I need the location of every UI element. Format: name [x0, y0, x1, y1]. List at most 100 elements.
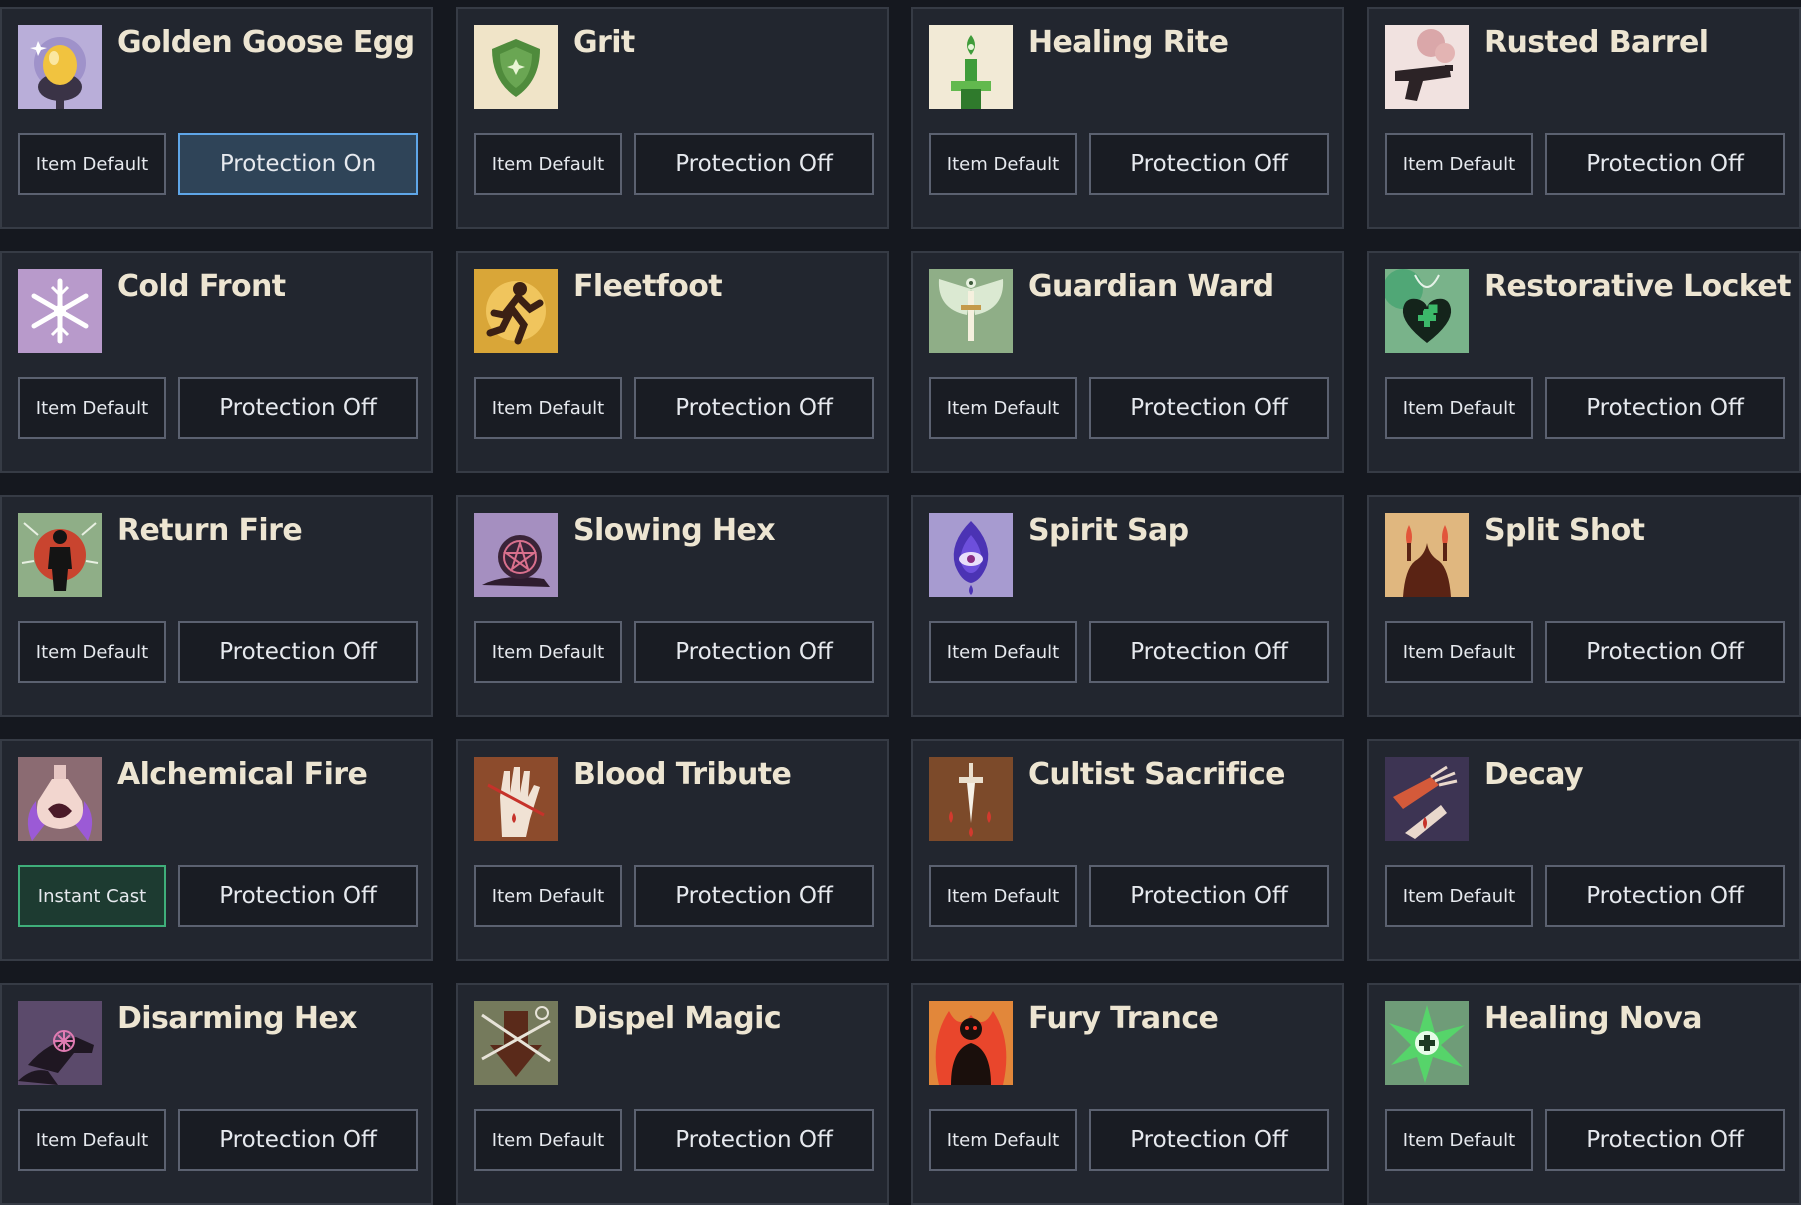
heart-locket-icon: [1385, 269, 1469, 353]
cast-mode-button[interactable]: Item Default: [929, 1109, 1077, 1171]
cast-mode-button[interactable]: Item Default: [1385, 865, 1533, 927]
item-card: Fury Trance Item Default Protection Off: [911, 983, 1344, 1205]
item-card: Dispel Magic Item Default Protection Off: [456, 983, 889, 1205]
bleeding-hand-icon: [474, 757, 558, 841]
protection-toggle-button[interactable]: Protection Off: [1545, 133, 1785, 195]
item-title: Split Shot: [1484, 513, 1645, 548]
cast-mode-button[interactable]: Item Default: [1385, 1109, 1533, 1171]
item-title: Healing Rite: [1028, 25, 1229, 60]
dagger-blood-icon: [929, 757, 1013, 841]
cast-mode-button[interactable]: Item Default: [18, 1109, 166, 1171]
cast-mode-button[interactable]: Item Default: [929, 133, 1077, 195]
item-card: Fleetfoot Item Default Protection Off: [456, 251, 889, 473]
protection-toggle-button[interactable]: Protection Off: [1545, 621, 1785, 683]
pentagram-snail-icon: [474, 513, 558, 597]
cast-mode-button[interactable]: Item Default: [474, 377, 622, 439]
item-settings-grid: Golden Goose Egg Item Default Protection O…: [0, 0, 1801, 1205]
protection-toggle-button[interactable]: Protection Off: [1545, 865, 1785, 927]
protection-toggle-button[interactable]: Protection Off: [1089, 1109, 1329, 1171]
protection-toggle-button[interactable]: Protection Off: [634, 1109, 874, 1171]
item-card: Disarming Hex Item Default Protection Off: [0, 983, 433, 1205]
cast-mode-button[interactable]: Item Default: [18, 377, 166, 439]
cast-mode-button[interactable]: Item Default: [474, 133, 622, 195]
cast-mode-button[interactable]: Item Default: [929, 865, 1077, 927]
golden-egg-nest-icon: [18, 25, 102, 109]
cast-mode-button[interactable]: Item Default: [18, 621, 166, 683]
protection-toggle-button[interactable]: Protection Off: [634, 621, 874, 683]
item-title: Blood Tribute: [573, 757, 792, 792]
protection-toggle-button[interactable]: Protection Off: [178, 865, 418, 927]
protection-toggle-button[interactable]: Protection Off: [1089, 133, 1329, 195]
item-card: Slowing Hex Item Default Protection Off: [456, 495, 889, 717]
item-title: Rusted Barrel: [1484, 25, 1709, 60]
item-card: Cultist Sacrifice Item Default Protection …: [911, 739, 1344, 961]
healing-burst-icon: [1385, 1001, 1469, 1085]
cast-mode-button[interactable]: Item Default: [18, 133, 166, 195]
item-title: Grit: [573, 25, 635, 60]
item-title: Cultist Sacrifice: [1028, 757, 1286, 792]
green-candle-icon: [929, 25, 1013, 109]
item-card: Cold Front Item Default Protection Off: [0, 251, 433, 473]
item-card: Guardian Ward Item Default Protection Off: [911, 251, 1344, 473]
dispel-arrow-icon: [474, 1001, 558, 1085]
hex-hand-icon: [18, 1001, 102, 1085]
item-card: Alchemical Fire Instant Cast Protection Of…: [0, 739, 433, 961]
protection-toggle-button[interactable]: Protection Off: [178, 1109, 418, 1171]
item-title: Spirit Sap: [1028, 513, 1189, 548]
cast-mode-button[interactable]: Item Default: [929, 377, 1077, 439]
shield-icon: [474, 25, 558, 109]
protection-toggle-button[interactable]: Protection Off: [178, 621, 418, 683]
cast-mode-button[interactable]: Instant Cast: [18, 865, 166, 927]
cast-mode-button[interactable]: Item Default: [474, 621, 622, 683]
item-title: Slowing Hex: [573, 513, 776, 548]
decaying-hands-icon: [1385, 757, 1469, 841]
item-card: Grit Item Default Protection Off: [456, 7, 889, 229]
item-title: Alchemical Fire: [117, 757, 368, 792]
protection-toggle-button[interactable]: Protection On: [178, 133, 418, 195]
item-title: Disarming Hex: [117, 1001, 358, 1036]
snowflake-icon: [18, 269, 102, 353]
fire-flask-icon: [18, 757, 102, 841]
cast-mode-button[interactable]: Item Default: [1385, 377, 1533, 439]
item-title: Fury Trance: [1028, 1001, 1219, 1036]
item-card: Restorative Locket Item Default Protection…: [1367, 251, 1801, 473]
protection-toggle-button[interactable]: Protection Off: [1545, 377, 1785, 439]
item-title: Decay: [1484, 757, 1584, 792]
item-title: Cold Front: [117, 269, 286, 304]
item-card: Spirit Sap Item Default Protection Off: [911, 495, 1344, 717]
cast-mode-button[interactable]: Item Default: [1385, 621, 1533, 683]
cast-mode-button[interactable]: Item Default: [1385, 133, 1533, 195]
running-figure-icon: [474, 269, 558, 353]
smoking-pistol-icon: [1385, 25, 1469, 109]
item-title: Fleetfoot: [573, 269, 723, 304]
item-title: Golden Goose Egg: [117, 25, 415, 60]
item-card: Golden Goose Egg Item Default Protection O…: [0, 7, 433, 229]
item-title: Return Fire: [117, 513, 303, 548]
item-title: Guardian Ward: [1028, 269, 1274, 304]
winged-sword-icon: [929, 269, 1013, 353]
protection-toggle-button[interactable]: Protection Off: [1545, 1109, 1785, 1171]
spirit-eye-flame-icon: [929, 513, 1013, 597]
item-title: Restorative Locket: [1484, 269, 1791, 304]
item-card: Split Shot Item Default Protection Off: [1367, 495, 1801, 717]
protection-toggle-button[interactable]: Protection Off: [1089, 377, 1329, 439]
item-title: Healing Nova: [1484, 1001, 1702, 1036]
protection-toggle-button[interactable]: Protection Off: [634, 377, 874, 439]
protection-toggle-button[interactable]: Protection Off: [634, 133, 874, 195]
split-flame-hands-icon: [1385, 513, 1469, 597]
cast-mode-button[interactable]: Item Default: [474, 1109, 622, 1171]
cast-mode-button[interactable]: Item Default: [474, 865, 622, 927]
item-card: Return Fire Item Default Protection Off: [0, 495, 433, 717]
item-card: Healing Nova Item Default Protection Off: [1367, 983, 1801, 1205]
cast-mode-button[interactable]: Item Default: [929, 621, 1077, 683]
protection-toggle-button[interactable]: Protection Off: [634, 865, 874, 927]
protection-toggle-button[interactable]: Protection Off: [1089, 621, 1329, 683]
silhouette-burst-icon: [18, 513, 102, 597]
item-title: Dispel Magic: [573, 1001, 782, 1036]
item-card: Rusted Barrel Item Default Protection Off: [1367, 7, 1801, 229]
protection-toggle-button[interactable]: Protection Off: [1089, 865, 1329, 927]
raging-figure-icon: [929, 1001, 1013, 1085]
item-card: Decay Item Default Protection Off: [1367, 739, 1801, 961]
item-card: Healing Rite Item Default Protection Off: [911, 7, 1344, 229]
protection-toggle-button[interactable]: Protection Off: [178, 377, 418, 439]
